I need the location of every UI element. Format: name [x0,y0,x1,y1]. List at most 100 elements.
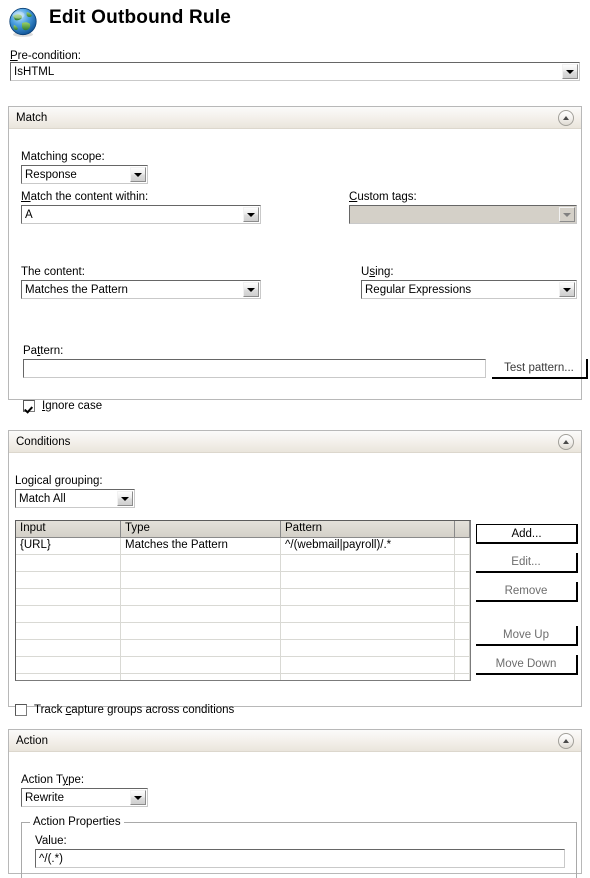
ignore-case-checkbox[interactable] [23,400,35,412]
table-row-empty[interactable] [16,640,470,657]
dialog-header: Edit Outbound Rule [0,0,590,44]
table-row-empty[interactable] [16,589,470,606]
action-value-label: Value: [35,835,67,847]
chevron-down-icon[interactable] [562,64,578,79]
cell-empty [281,623,455,639]
pattern-label: Pattern: [23,345,64,357]
match-section: Match Matching scope: Response Match the… [8,106,588,412]
cell-empty [121,572,281,588]
matching-scope-combobox[interactable]: Response [21,165,148,184]
matching-scope-value: Response [25,169,77,181]
cell-empty [455,674,470,680]
cell-empty [121,657,281,673]
chevron-down-icon[interactable] [559,282,575,297]
cell-empty [455,640,470,656]
using-combobox[interactable]: Regular Expressions [361,280,577,299]
action-type-label: Action Type: [21,774,85,786]
content-within-value: A [25,209,33,221]
edit-outbound-rule-dialog: Edit Outbound Rule Pre-condition: IsHTML… [0,0,590,878]
chevron-down-icon[interactable] [130,790,146,805]
cell-empty [455,623,470,639]
table-row-empty[interactable] [16,623,470,640]
cell-empty [281,606,455,622]
column-header-input[interactable]: Input [16,521,121,537]
custom-tags-combobox[interactable] [349,205,577,224]
logical-grouping-label: Logical grouping: [15,475,103,487]
chevron-down-icon[interactable] [243,207,259,222]
precondition-label: Pre-condition: [10,50,81,62]
cell-empty [16,674,121,680]
cell-empty [16,589,121,605]
edit-button-label: Edit... [511,556,541,568]
table-row-empty[interactable] [16,572,470,589]
table-row-empty[interactable] [16,606,470,623]
cell-empty [455,572,470,588]
add-button-label: Add... [511,527,542,540]
move-up-button[interactable]: Move Up [476,626,578,646]
test-pattern-button[interactable]: Test pattern... [492,359,588,379]
cell-empty [281,657,455,673]
content-within-label: Match the content within: [21,191,149,203]
cell-input: {URL} [16,538,121,554]
content-within-combobox[interactable]: A [21,205,261,224]
cell-empty [281,640,455,656]
cell-empty [455,606,470,622]
precondition-combobox[interactable]: IsHTML [10,62,580,81]
precondition-value: IsHTML [14,66,55,78]
chevron-down-icon[interactable] [117,491,133,506]
cell-empty [281,555,455,571]
logical-grouping-combobox[interactable]: Match All [15,489,135,508]
cell-empty [16,640,121,656]
action-section-header: Action [9,730,581,752]
column-header-pattern[interactable]: Pattern [281,521,455,537]
chevron-down-icon[interactable] [559,207,575,222]
chevron-down-icon[interactable] [243,282,259,297]
cell-empty [455,657,470,673]
track-capture-groups-label: Track capture groups across conditions [34,704,235,716]
cell-empty [281,674,455,680]
chevron-up-icon[interactable] [558,733,574,749]
add-condition-button[interactable]: Add... [476,524,578,544]
remove-condition-button[interactable]: Remove [476,582,578,602]
chevron-up-icon[interactable] [558,110,574,126]
cell-empty [281,589,455,605]
conditions-section-title: Conditions [16,435,71,448]
conditions-section-header: Conditions [9,431,581,453]
table-header-row: Input Type Pattern [16,521,470,538]
table-row-empty[interactable] [16,657,470,674]
cell-empty [16,657,121,673]
cell-empty [121,640,281,656]
action-value-input[interactable]: ^/(.*) [35,849,565,868]
conditions-table[interactable]: Input Type Pattern {URL} Matches the Pat… [15,520,471,681]
cell-type: Matches the Pattern [121,538,281,554]
action-section-title: Action [16,734,48,747]
cell-empty [281,572,455,588]
match-section-header: Match [9,107,581,129]
table-row-empty[interactable] [16,555,470,572]
track-capture-groups-row[interactable]: Track capture groups across conditions [15,704,234,716]
cell-empty [121,674,281,680]
cell-empty [121,606,281,622]
move-down-button[interactable]: Move Down [476,655,578,675]
match-section-title: Match [16,111,48,124]
globe-icon [9,7,37,37]
track-capture-groups-checkbox[interactable] [15,704,27,716]
ignore-case-checkbox-row[interactable]: Ignore case [23,400,102,412]
using-value: Regular Expressions [365,284,472,296]
chevron-up-icon[interactable] [558,434,574,450]
cell-empty [121,623,281,639]
ignore-case-label: Ignore case [42,400,103,412]
edit-condition-button[interactable]: Edit... [476,553,578,573]
the-content-combobox[interactable]: Matches the Pattern [21,280,261,299]
column-header-type[interactable]: Type [121,521,281,537]
cell-empty [455,555,470,571]
table-row-empty[interactable] [16,674,470,680]
chevron-down-icon[interactable] [130,167,146,182]
conditions-section: Conditions Logical grouping: Match All I… [8,430,582,716]
cell-empty [16,606,121,622]
pattern-input[interactable] [23,359,486,378]
action-properties-groupbox: Action Properties Value: ^/(.*) [21,816,577,878]
table-row[interactable]: {URL} Matches the Pattern ^/(webmail|pay… [16,538,470,555]
action-type-combobox[interactable]: Rewrite [21,788,148,807]
column-header-extra[interactable] [455,521,470,537]
